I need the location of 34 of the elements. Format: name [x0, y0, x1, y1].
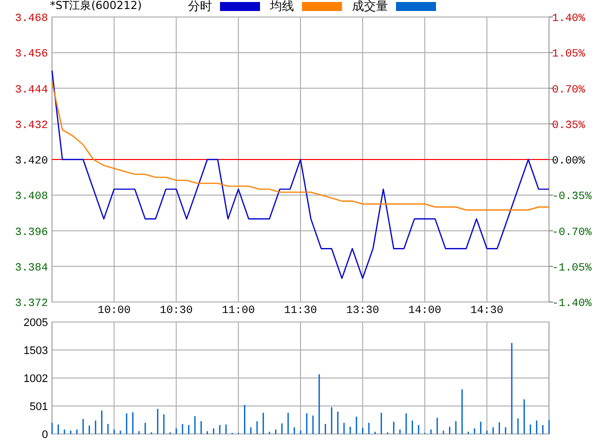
axis-label: 1.05% — [552, 48, 586, 61]
axis-label: 3.444 — [14, 84, 48, 96]
axis-label: -0.35% — [552, 191, 592, 204]
legend-label: 分时 — [188, 0, 212, 12]
axis-label: 1002 — [24, 373, 48, 386]
axis-label: 501 — [30, 401, 48, 414]
axis-label: 0.35% — [552, 120, 586, 132]
axis-label: 11:00 — [222, 305, 255, 317]
axis-label: 1.40% — [552, 13, 586, 25]
axis-label: -1.05% — [552, 262, 592, 274]
axis-label: 3.432 — [14, 120, 48, 132]
axis-label: -1.40% — [552, 298, 592, 310]
axis-label: -0.70% — [552, 226, 592, 239]
axis-label: 3.456 — [14, 48, 48, 61]
axis-label: 14:00 — [408, 305, 442, 317]
axis-label: 11:30 — [284, 305, 317, 317]
axis-label: 10:00 — [98, 305, 131, 317]
axis-label: 3.384 — [14, 262, 48, 274]
axis-label: 1503 — [24, 345, 48, 358]
stock-title: *ST江泉(600212) — [50, 0, 142, 12]
legend-label: 成交量 — [352, 0, 388, 12]
axis-label: 3.372 — [14, 298, 48, 310]
axis-label: 0.00% — [552, 156, 586, 168]
axis-label: 13:30 — [346, 305, 380, 317]
axis-label: 3.420 — [14, 156, 48, 168]
axis-label: 0 — [42, 429, 48, 440]
legend-label: 均线 — [270, 0, 294, 12]
axis-label: 3.468 — [14, 13, 48, 25]
axis-label: 3.396 — [14, 226, 48, 239]
axis-label: 10:30 — [160, 305, 193, 317]
axis-label: 0.70% — [552, 84, 586, 96]
axis-label: 14:30 — [470, 305, 504, 317]
axis-label: 2005 — [24, 317, 48, 329]
axis-label: 3.408 — [14, 191, 48, 204]
